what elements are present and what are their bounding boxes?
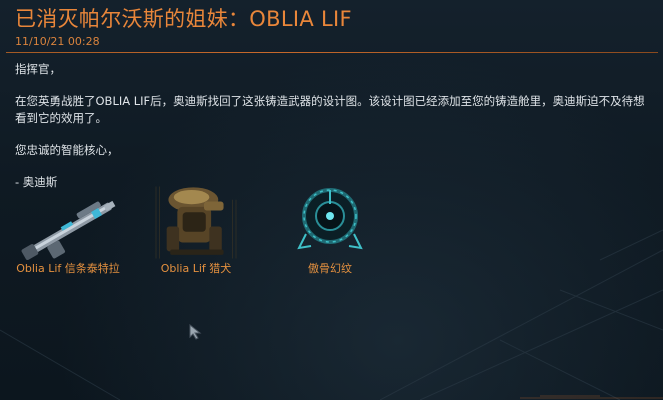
reward-item-glyph[interactable]: 傲骨幻纹 — [275, 182, 385, 292]
message-closing: 您忠诚的智能核心， — [15, 143, 119, 157]
hound-icon — [155, 186, 237, 259]
inbox-message-view: 已消灭帕尔沃斯的姐妹：OBLIA LIF 11/10/21 00:28 指挥官，… — [0, 0, 663, 400]
message-greeting: 指挥官， — [15, 62, 61, 76]
message-title: 已消灭帕尔沃斯的姐妹：OBLIA LIF — [15, 7, 352, 31]
message-header: 已消灭帕尔沃斯的姐妹：OBLIA LIF 11/10/21 00:28 — [0, 0, 663, 54]
header-divider — [6, 52, 658, 53]
reward-label: Oblia Lif 信条泰特拉 — [16, 262, 120, 275]
glyph-sigil-icon — [297, 188, 363, 250]
message-timestamp: 11/10/21 00:28 — [15, 35, 100, 48]
rifle-icon — [21, 200, 116, 260]
reward-label: Oblia Lif 猎犬 — [160, 262, 232, 275]
reward-item-hound[interactable]: Oblia Lif 猎犬 — [141, 182, 251, 292]
rewards-row: Oblia Lif 信条泰特拉 Oblia Lif 猎犬 傲骨幻纹 — [0, 182, 663, 292]
mouse-cursor-icon — [189, 324, 202, 340]
reward-item-rifle[interactable]: Oblia Lif 信条泰特拉 — [13, 182, 123, 292]
message-paragraph: 在您英勇战胜了OBLIA LIF后，奥迪斯找回了这张铸造武器的设计图。该设计图已… — [15, 94, 645, 125]
reward-label: 傲骨幻纹 — [308, 262, 352, 275]
